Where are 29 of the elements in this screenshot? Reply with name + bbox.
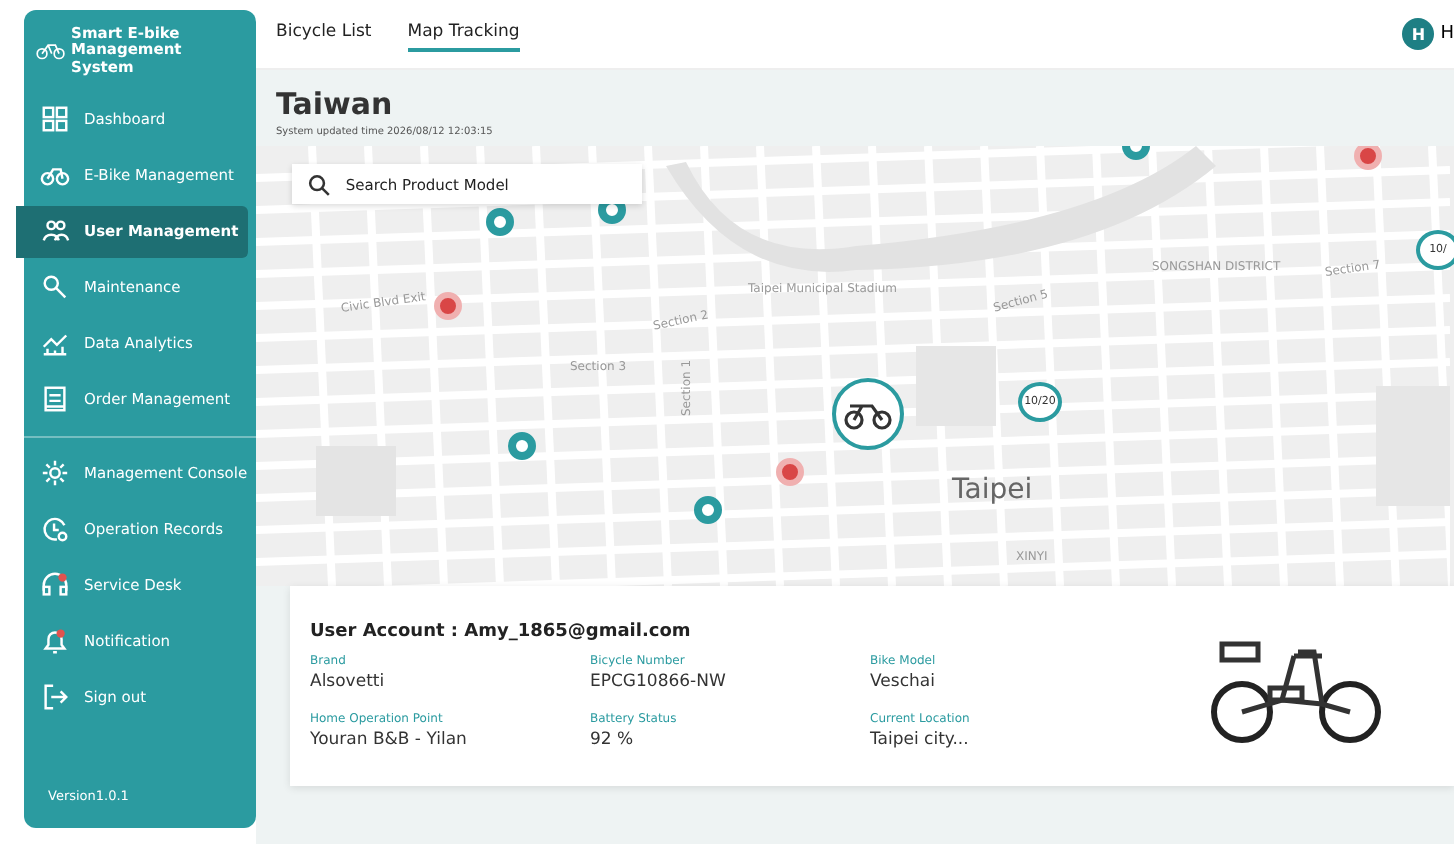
field-value: Youran B&B - Yilan	[310, 730, 469, 750]
field-value: 92 %	[590, 730, 636, 750]
station-marker[interactable]	[486, 208, 514, 236]
station-marker[interactable]	[508, 432, 536, 460]
tab[interactable]: Map Tracking	[407, 16, 520, 52]
card-title: User Account : Amy_1865@gmail.com	[310, 622, 693, 642]
grid-icon	[40, 104, 70, 135]
alert-marker[interactable]	[776, 458, 804, 486]
bicycle-icon	[844, 398, 892, 430]
bell-icon	[40, 626, 70, 657]
exit-icon	[40, 682, 70, 713]
headset-icon	[40, 570, 70, 601]
field-value: EPCG10866-NW	[590, 672, 728, 692]
field-value: Veschai	[870, 672, 937, 692]
search-icon	[308, 173, 330, 195]
alert-marker[interactable]	[1354, 146, 1382, 170]
tab[interactable]: Bicycle List	[276, 16, 372, 52]
user-avatar[interactable]: H	[1402, 18, 1435, 50]
field-value: Taipei city...	[870, 730, 971, 750]
document-icon	[40, 384, 70, 415]
field-value: Alsovetti	[310, 672, 387, 692]
station-marker[interactable]	[694, 496, 722, 524]
users-icon	[40, 216, 70, 247]
user-name: H	[1440, 24, 1454, 44]
clock-icon	[40, 514, 70, 545]
alert-marker[interactable]	[434, 292, 462, 320]
page-title: Taiwan	[276, 86, 395, 122]
map-label: Taipei	[952, 474, 1033, 506]
gear-icon	[40, 458, 70, 489]
